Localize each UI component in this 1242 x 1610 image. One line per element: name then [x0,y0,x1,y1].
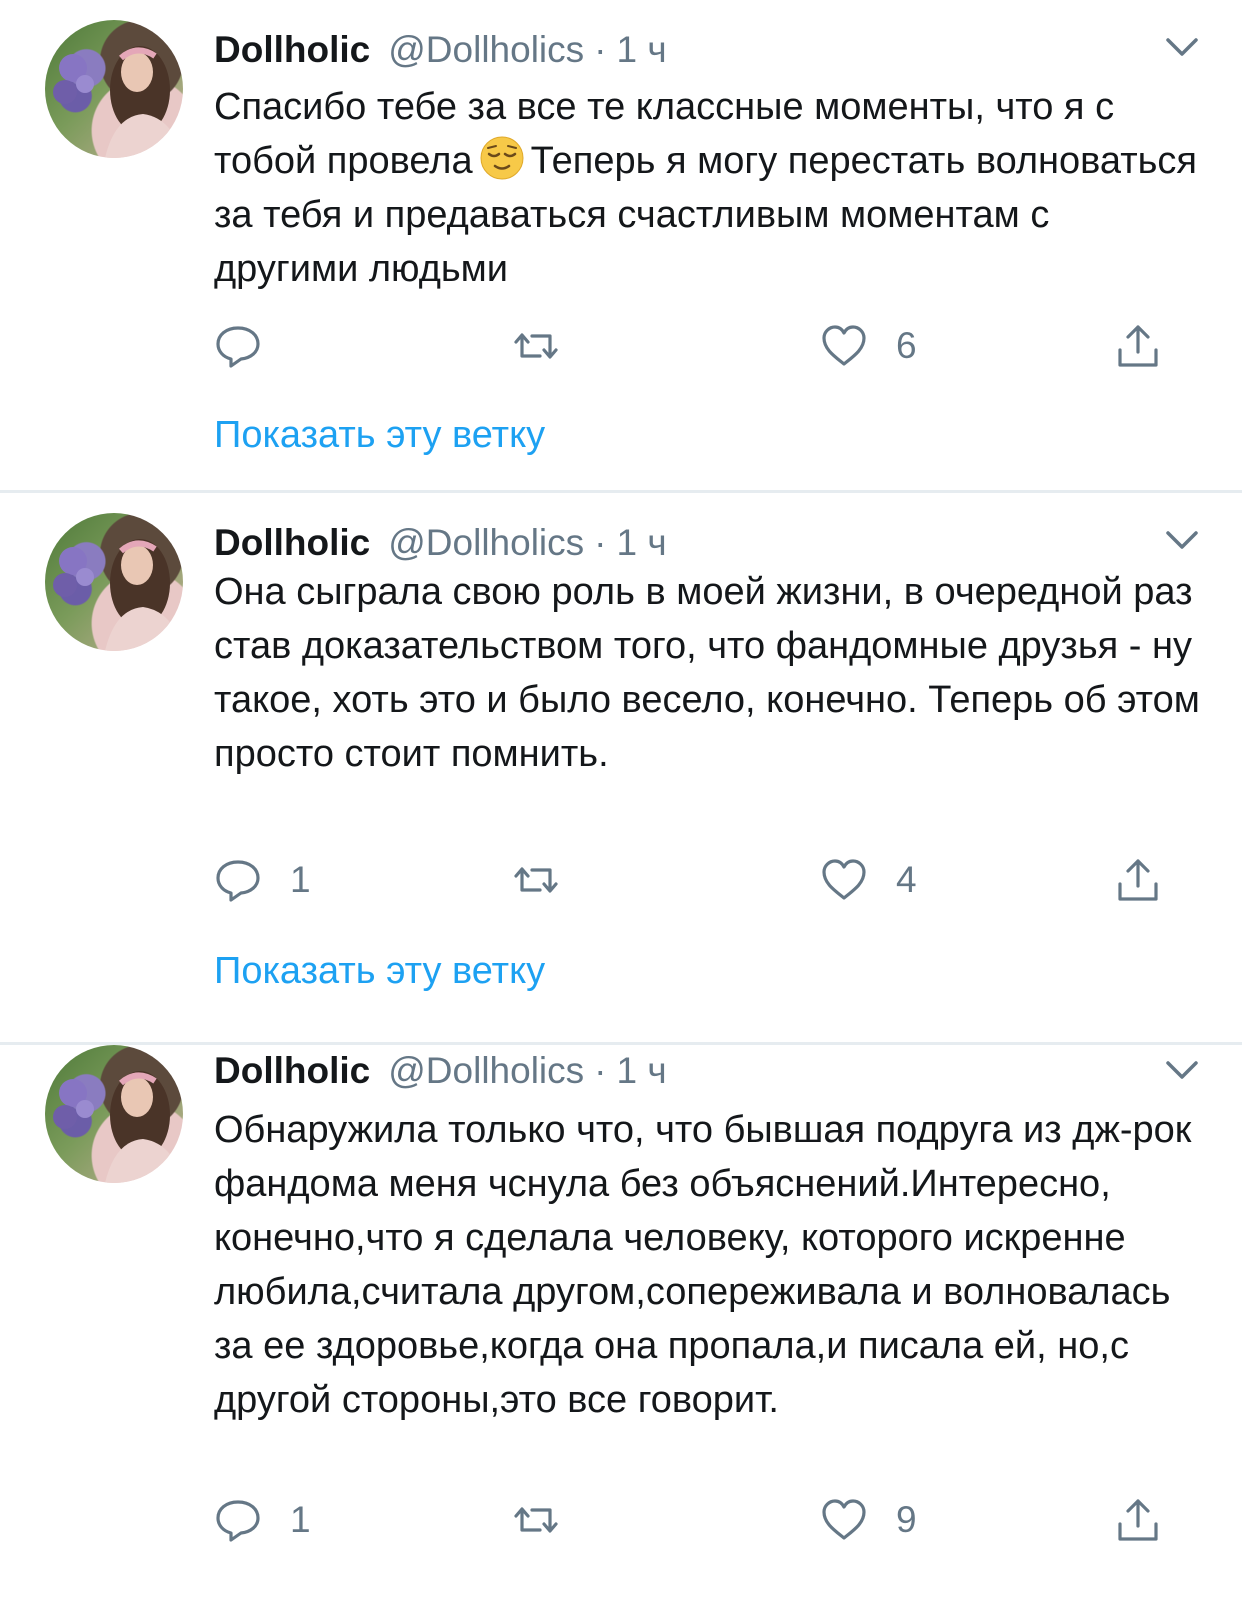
share-icon [1118,859,1158,901]
chevron-down-icon[interactable] [1164,1057,1200,1085]
show-thread-link[interactable]: Показать эту ветку [214,414,545,457]
separator: · [594,29,607,70]
heart-icon [822,325,866,366]
reply-icon [216,1500,260,1542]
share-button[interactable] [1114,1490,1162,1550]
like-button[interactable]: 4 [820,850,917,910]
retweet-button[interactable] [512,316,588,376]
chevron-down-icon[interactable] [1164,527,1200,555]
reply-button[interactable] [214,316,290,376]
retweet-button[interactable] [512,850,588,910]
avatar[interactable] [45,20,183,158]
author-name[interactable]: Dollholic [214,1050,370,1092]
separator: · [594,522,607,563]
like-button[interactable]: 9 [820,1490,917,1550]
share-icon [1118,1499,1158,1541]
timestamp[interactable]: 1 ч [616,29,666,71]
like-count: 4 [896,859,917,900]
share-button[interactable] [1114,850,1162,910]
tweet-actions: 1 9 [214,1490,1204,1550]
show-thread-link[interactable]: Показать эту ветку [214,950,545,993]
author-handle[interactable]: @Dollholics [388,29,584,71]
tweet-text: Спасибо тебе за все те классные моменты,… [214,80,1202,296]
tweet-actions: 6 [214,316,1204,376]
reply-icon [216,860,260,902]
author-handle[interactable]: @Dollholics [388,522,584,564]
relieved-face-emoji-icon [480,136,524,180]
reply-button[interactable]: 1 [214,1490,311,1550]
tweet-text: Она сыграла свою роль в моей жизни, в оч… [214,571,1200,775]
separator: · [594,1050,607,1091]
avatar[interactable] [45,513,183,651]
retweet-icon [514,867,558,893]
tweet[interactable]: Dollholic @Dollholics · 1 ч Она сыграла … [0,493,1242,1045]
tweet[interactable]: Dollholic @Dollholics · 1 ч Обнаружила т… [0,1045,1242,1610]
reply-icon [216,326,260,368]
reply-count: 1 [290,1499,311,1540]
tweet-header: Dollholic @Dollholics · 1 ч [214,521,1202,565]
heart-icon [822,859,866,900]
tweet-header: Dollholic @Dollholics · 1 ч [214,28,1202,72]
reply-count: 1 [290,859,311,900]
tweet-header: Dollholic @Dollholics · 1 ч [214,1049,1202,1093]
share-button[interactable] [1114,316,1162,376]
timestamp[interactable]: 1 ч [616,522,666,564]
tweet-text: Обнаружила только что, что бывшая подруг… [214,1109,1192,1421]
tweet-feed: Dollholic @Dollholics · 1 ч Спасибо тебе… [0,0,1242,1610]
reply-button[interactable]: 1 [214,850,311,910]
share-icon [1118,325,1158,367]
author-name[interactable]: Dollholic [214,522,370,564]
heart-icon [822,1499,866,1540]
author-name[interactable]: Dollholic [214,29,370,71]
tweet[interactable]: Dollholic @Dollholics · 1 ч Спасибо тебе… [0,0,1242,493]
timestamp[interactable]: 1 ч [616,1050,666,1092]
author-handle[interactable]: @Dollholics [388,1050,584,1092]
like-button[interactable]: 6 [820,316,917,376]
like-count: 9 [896,1499,917,1540]
retweet-icon [514,333,558,359]
like-count: 6 [896,325,917,366]
avatar[interactable] [45,1045,183,1183]
retweet-icon [514,1507,558,1533]
retweet-button[interactable] [512,1490,588,1550]
tweet-actions: 1 4 [214,850,1204,910]
chevron-down-icon[interactable] [1164,34,1200,62]
